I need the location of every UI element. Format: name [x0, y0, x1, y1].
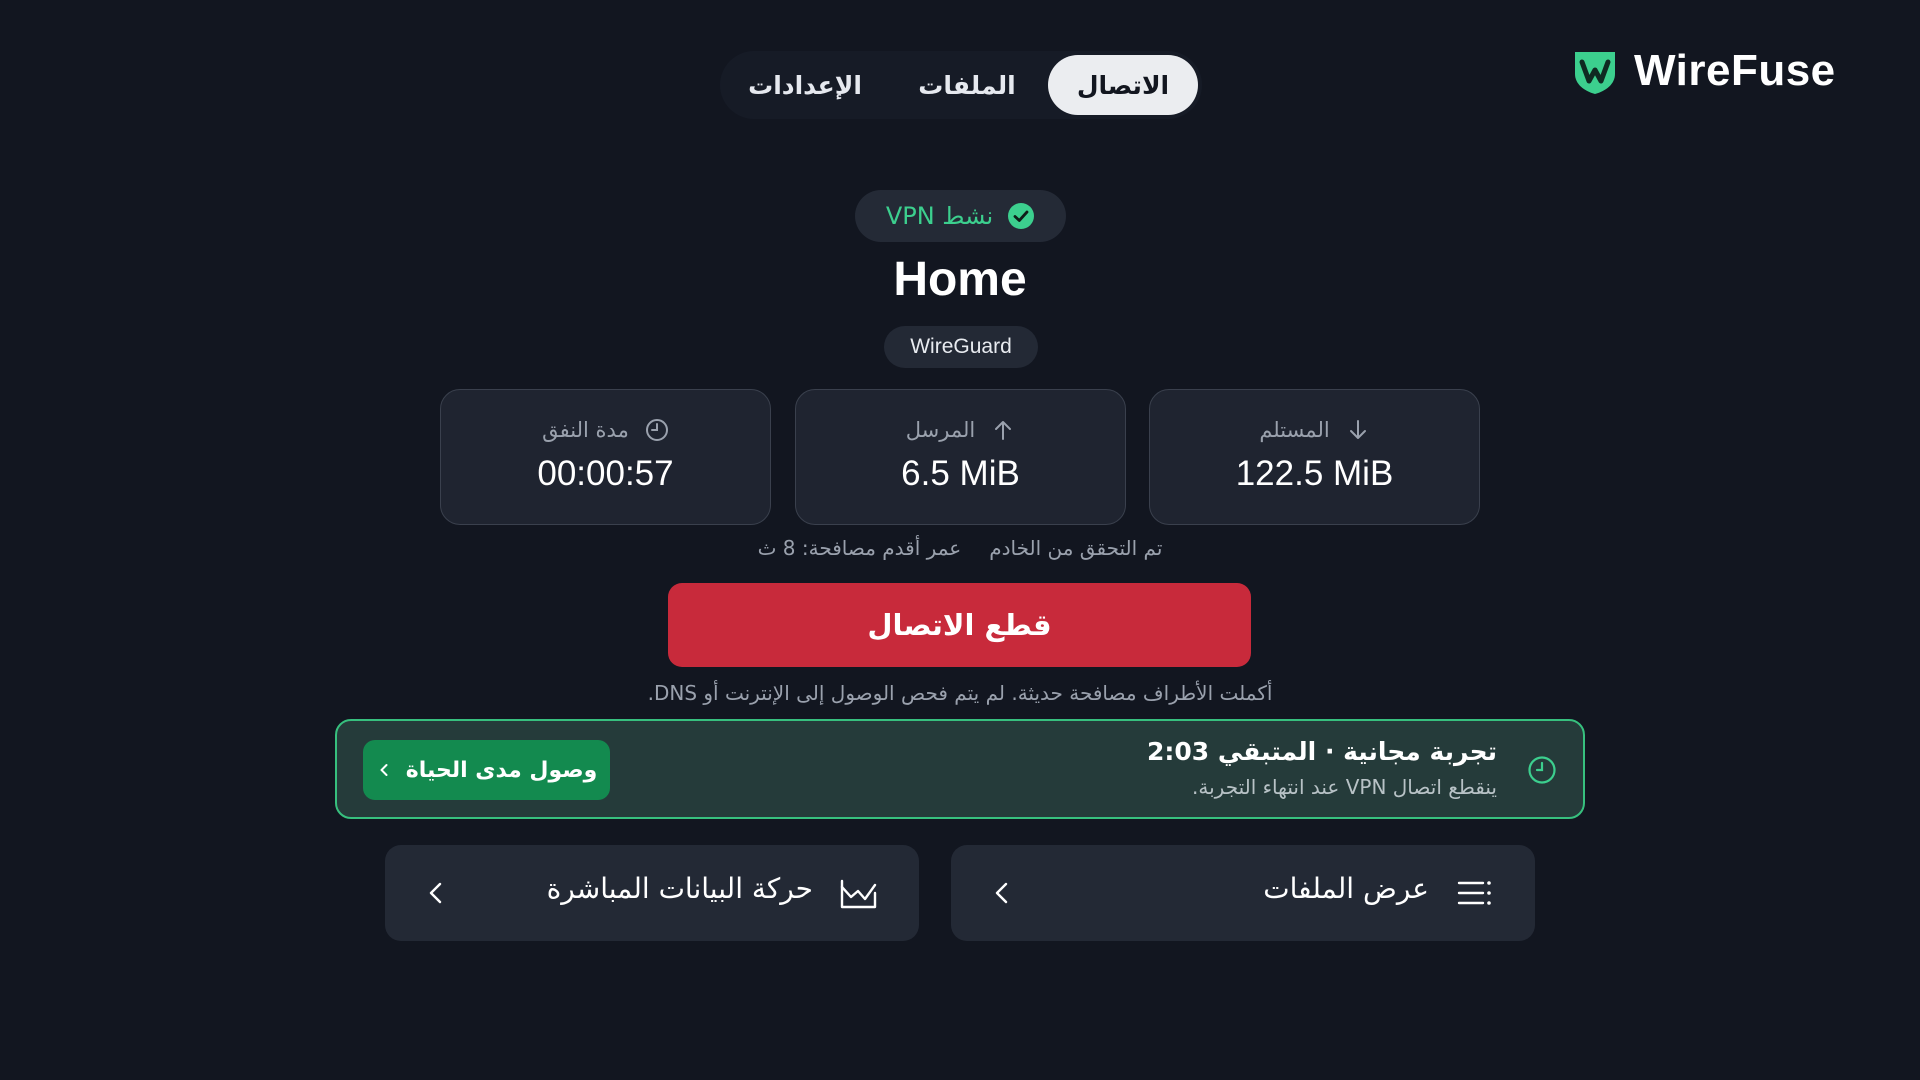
profile-name: Home [893, 253, 1027, 306]
stat-sent: المرسل 6.5 MiB [795, 389, 1126, 525]
view-profiles-label: عرض الملفات [1263, 872, 1429, 905]
status-badge: نشط VPN [855, 190, 1066, 242]
clock-icon [1528, 756, 1556, 784]
stat-received-value: 122.5 MiB [1235, 454, 1394, 493]
protocol-badge: WireGuard [884, 326, 1038, 368]
arrow-down-icon [1349, 420, 1366, 439]
chevron-left-icon [429, 882, 442, 904]
trial-title: تجربة مجانية · المتبقي 2:03 [1146, 737, 1497, 766]
lifetime-access-button[interactable]: وصول مدى الحياة [363, 740, 610, 800]
chevron-left-icon [380, 764, 388, 776]
server-verified-text: تم التحقق من الخادم [989, 536, 1163, 560]
view-profiles-button[interactable]: عرض الملفات [951, 845, 1535, 941]
trial-banner: تجربة مجانية · المتبقي 2:03 ينقطع اتصال … [335, 719, 1585, 819]
status-label: نشط VPN [885, 202, 994, 230]
list-icon [1457, 881, 1491, 905]
stat-received: المستلم 122.5 MiB [1149, 389, 1480, 525]
tab-settings[interactable]: الإعدادات [724, 55, 886, 115]
clock-icon [645, 419, 668, 441]
stat-sent-label: المرسل [905, 418, 976, 442]
stat-duration-value: 00:00:57 [537, 454, 674, 493]
tab-profiles[interactable]: الملفات [886, 55, 1048, 115]
app-name: WireFuse [1634, 46, 1836, 95]
lifetime-access-label: وصول مدى الحياة [405, 757, 598, 783]
wirefuse-logo-icon [1575, 52, 1615, 94]
arrow-up-icon [995, 421, 1012, 440]
handshake-age-text: عمر أقدم مصافحة: 8 ث [757, 536, 962, 560]
main-tabs: الاتصال الملفات الإعدادات [720, 51, 1202, 119]
traffic-chart-icon [840, 879, 877, 909]
chevron-left-icon [995, 882, 1008, 904]
live-traffic-button[interactable]: حركة البيانات المباشرة [385, 845, 919, 941]
check-circle-icon [1008, 203, 1035, 229]
live-traffic-label: حركة البيانات المباشرة [546, 872, 813, 905]
handshake-meta: تم التحقق من الخادم عمر أقدم مصافحة: 8 ث [0, 536, 1920, 560]
stat-received-label: المستلم [1259, 418, 1330, 442]
stat-sent-value: 6.5 MiB [901, 454, 1020, 493]
disconnect-button[interactable]: قطع الاتصال [668, 583, 1251, 667]
trial-subtitle: ينقطع اتصال VPN عند انتهاء التجربة. [1192, 775, 1497, 799]
stat-duration: مدة النفق 00:00:57 [440, 389, 771, 525]
tab-connection[interactable]: الاتصال [1048, 55, 1198, 115]
handshake-note: أكملت الأطراف مصافحة حديثة. لم يتم فحص ا… [647, 681, 1273, 705]
brand: WireFuse [1570, 46, 1836, 96]
stat-duration-label: مدة النفق [542, 418, 629, 442]
